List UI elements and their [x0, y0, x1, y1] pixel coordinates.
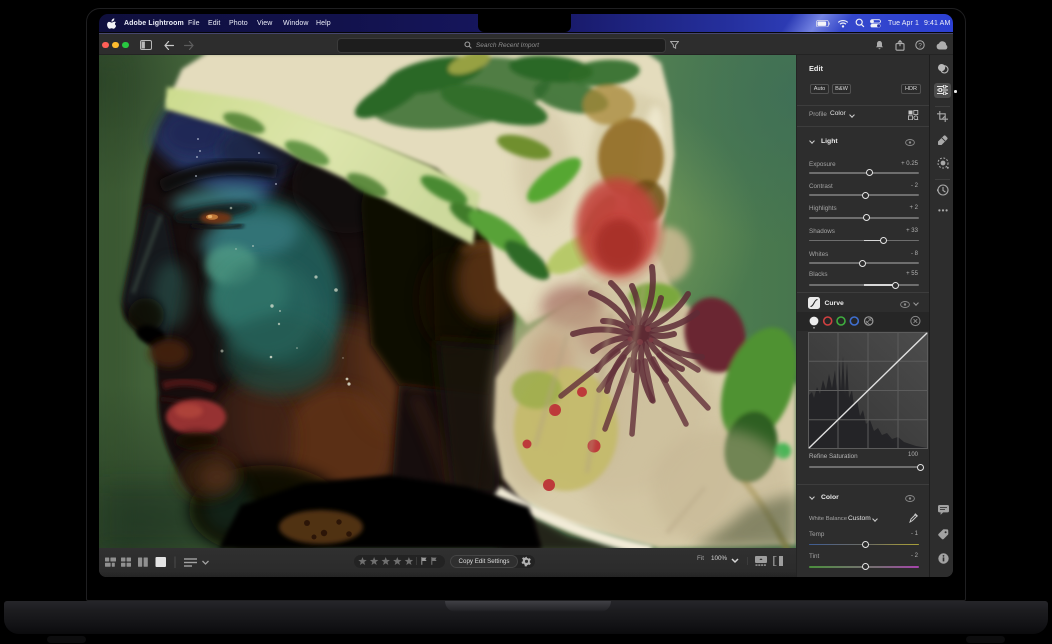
svg-text:?: ?: [918, 42, 922, 49]
